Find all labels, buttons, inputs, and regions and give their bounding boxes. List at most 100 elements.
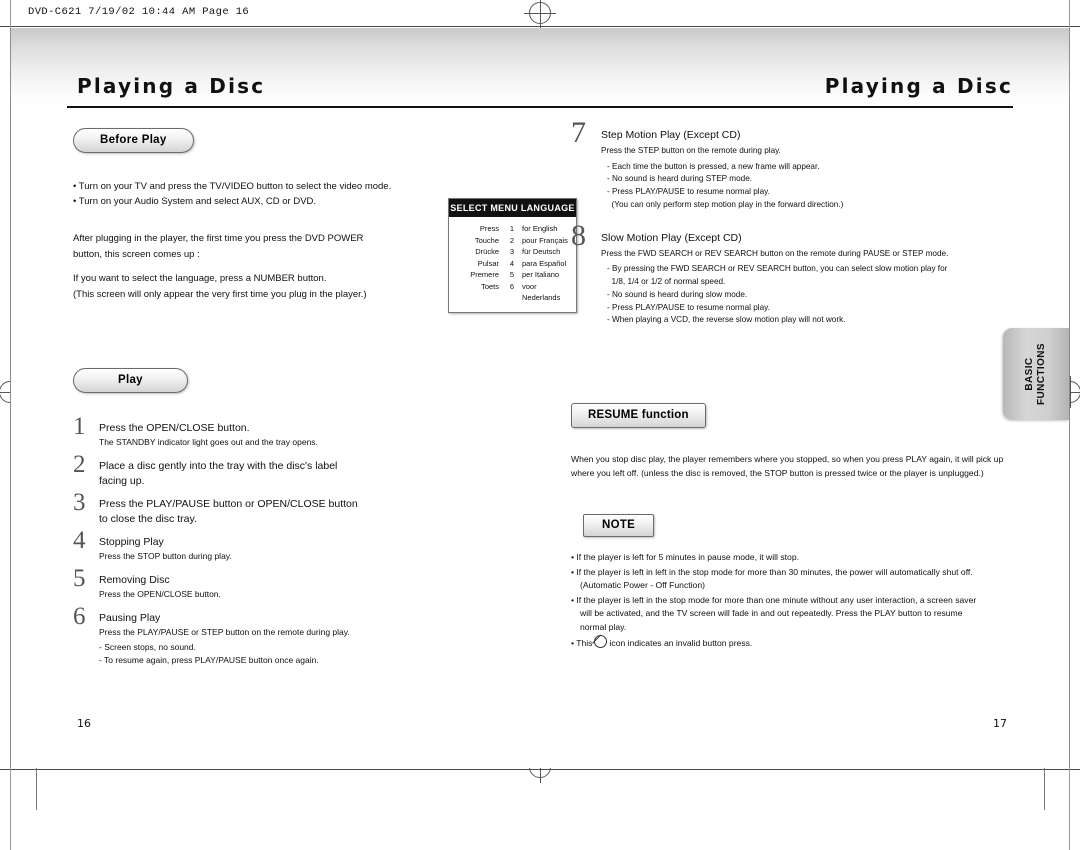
step-title-cont: to close the disc tray. <box>99 512 197 525</box>
step-detail: Press the FWD SEARCH or REV SEARCH butto… <box>601 248 949 258</box>
language-row: Pulsar 4 para Español <box>455 258 570 270</box>
step-subline: - When playing a VCD, the reverse slow m… <box>607 315 846 325</box>
before-play-bullet-1: • Turn on your TV and press the TV/VIDEO… <box>73 181 392 192</box>
language-name: voor Nederlands <box>522 281 561 303</box>
section-header-play: Play <box>73 368 188 393</box>
play-section: Play 1 Press the OPEN/CLOSE button. The … <box>73 368 513 667</box>
select-menu-language-box: SELECT MENU LANGUAGE Press 1 for English… <box>448 198 577 313</box>
side-tab-line-1: BASIC <box>1024 357 1035 391</box>
language-verb: Drücke <box>475 247 499 256</box>
step-title: Press the PLAY/PAUSE button or OPEN/CLOS… <box>99 498 358 510</box>
resume-paragraph: When you stop disc play, the player reme… <box>571 452 1021 480</box>
step-title: Stopping Play <box>99 536 164 548</box>
step-title: Place a disc gently into the tray with t… <box>99 460 338 472</box>
language-number: 1 <box>509 224 515 233</box>
step-subline: - To resume again, press PLAY/PAUSE butt… <box>99 655 319 665</box>
language-verb: Toets <box>481 281 499 291</box>
note-item-continuation: will be activated, and the TV screen wil… <box>580 608 963 619</box>
step-detail: The STANDBY indicator light goes out and… <box>99 436 318 447</box>
language-row: Touche 2 pour Français <box>455 235 570 247</box>
before-play-bullet-2: • Turn on your Audio System and select A… <box>73 196 317 207</box>
play-step-7: 7 Step Motion Play (Except CD) Press the… <box>571 118 1021 212</box>
step-number: 2 <box>73 451 86 478</box>
select-menu-language-title: SELECT MENU LANGUAGE <box>449 199 576 217</box>
language-verb: Pulsar <box>477 258 499 268</box>
note-item: • If the player is left in the stop mode… <box>571 594 1021 635</box>
language-verb: Press <box>479 224 499 233</box>
language-name: für Deutsch <box>522 247 561 256</box>
play-step-2: 2 Place a disc gently into the tray with… <box>73 452 513 488</box>
language-verb: Premere <box>470 270 499 279</box>
header-rule <box>67 106 1013 108</box>
step-number: 6 <box>73 603 86 630</box>
step-title-cont: facing up. <box>99 474 145 487</box>
step-title: Step Motion Play (Except CD) <box>601 129 741 141</box>
step-number: 1 <box>73 413 86 440</box>
registration-mark-top <box>524 0 556 29</box>
step-number: 4 <box>73 527 86 554</box>
play-steps: 1 Press the OPEN/CLOSE button. The STAND… <box>73 414 513 667</box>
step-number: 7 <box>571 116 586 149</box>
language-row: Drücke 3 für Deutsch <box>455 246 570 258</box>
step-subline: - Each time the button is pressed, a new… <box>607 161 820 171</box>
language-verb: Touche <box>474 235 499 245</box>
step-title: Pausing Play <box>99 612 161 624</box>
step-title: Removing Disc <box>99 574 170 586</box>
side-tab-label: BASIC FUNCTIONS <box>1024 343 1048 405</box>
section-header-before-play: Before Play <box>73 128 194 153</box>
resume-section: RESUME function When you stop disc play,… <box>571 403 1021 480</box>
before-play-bullets: • Turn on your TV and press the TV/VIDEO… <box>73 179 513 209</box>
section-header-resume-function: RESUME function <box>571 403 706 429</box>
right-column: 7 Step Motion Play (Except CD) Press the… <box>571 118 1021 652</box>
step-subline: 1/8, 1/4 or 1/2 of normal speed. <box>607 276 726 286</box>
page-canvas: DVD-C621 7/19/02 10:44 AM Page 16 Playin… <box>0 0 1080 850</box>
play-step-1: 1 Press the OPEN/CLOSE button. The STAND… <box>73 414 513 448</box>
step-subline: - No sound is heard during STEP mode. <box>607 174 753 184</box>
note-item-text: • If the player is left for 5 minutes in… <box>571 552 799 563</box>
before-play-paragraph: After plugging in the player, the first … <box>73 231 373 302</box>
step-subline: - No sound is heard during slow mode. <box>607 289 748 299</box>
language-name: for English <box>522 224 558 233</box>
note-item-continuation: normal play. <box>580 621 627 632</box>
page-title-left: Playing a Disc <box>77 74 266 98</box>
play-step-4: 4 Stopping Play Press the STOP button du… <box>73 528 513 562</box>
before-play-paragraph-line-4: (This screen will only appear the very f… <box>73 288 367 300</box>
play-step-3: 3 Press the PLAY/PAUSE button or OPEN/CL… <box>73 490 513 526</box>
language-number: 6 <box>509 281 515 291</box>
side-tab-line-2: FUNCTIONS <box>1036 343 1047 405</box>
language-row: Premere 5 per Italiano <box>455 269 570 281</box>
note-item-text: • This <box>571 638 593 649</box>
folio-left: 16 <box>77 717 91 730</box>
step-title: Slow Motion Play (Except CD) <box>601 231 742 244</box>
note-section: NOTE • If the player is left for 5 minut… <box>571 514 1021 651</box>
note-item: • If the player is left for 5 minutes in… <box>571 551 1021 565</box>
step-detail: Press the STOP button during play. <box>99 550 232 561</box>
note-item: • This icon indicates an invalid button p… <box>571 635 1021 651</box>
language-number: 5 <box>509 270 515 279</box>
step-number: 3 <box>73 489 86 516</box>
play-step-8: 8 Slow Motion Play (Except CD) Press the… <box>571 220 1021 327</box>
step-subline: - Screen stops, no sound. <box>99 642 196 652</box>
language-name: para Español <box>522 258 567 268</box>
before-play-paragraph-line-1: After plugging in the player, the first … <box>73 233 364 244</box>
step-subline: - Press PLAY/PAUSE to resume normal play… <box>607 302 770 312</box>
note-item-text: • If the player is left in left in the s… <box>571 566 973 577</box>
note-item-text: • If the player is left in the stop mode… <box>571 594 977 605</box>
step-detail: Press the PLAY/PAUSE or STEP button on t… <box>99 626 350 637</box>
resume-line-2: where you left off. (unless the disc is … <box>571 468 984 479</box>
invalid-button-icon <box>594 635 608 649</box>
step-title: Press the OPEN/CLOSE button. <box>99 422 250 434</box>
language-number: 3 <box>509 247 515 256</box>
step-subline: - By pressing the FWD SEARCH or REV SEAR… <box>607 264 948 274</box>
step-number: 5 <box>73 565 86 592</box>
language-number: 2 <box>509 235 515 245</box>
select-menu-language-list: Press 1 for English Touche 2 pour França… <box>449 217 576 312</box>
language-row: Toets 6 voor Nederlands <box>455 281 570 304</box>
language-row: Press 1 for English <box>455 223 570 235</box>
play-step-5: 5 Removing Disc Press the OPEN/CLOSE but… <box>73 566 513 600</box>
page-title-right: Playing a Disc <box>824 74 1013 98</box>
document-sheet: Playing a Disc Playing a Disc Before Pla… <box>10 28 1070 768</box>
side-tab-basic-functions: BASIC FUNCTIONS <box>1003 328 1069 420</box>
note-items: • If the player is left for 5 minutes in… <box>571 551 1021 651</box>
step-detail: Press the STEP button on the remote duri… <box>601 146 781 155</box>
